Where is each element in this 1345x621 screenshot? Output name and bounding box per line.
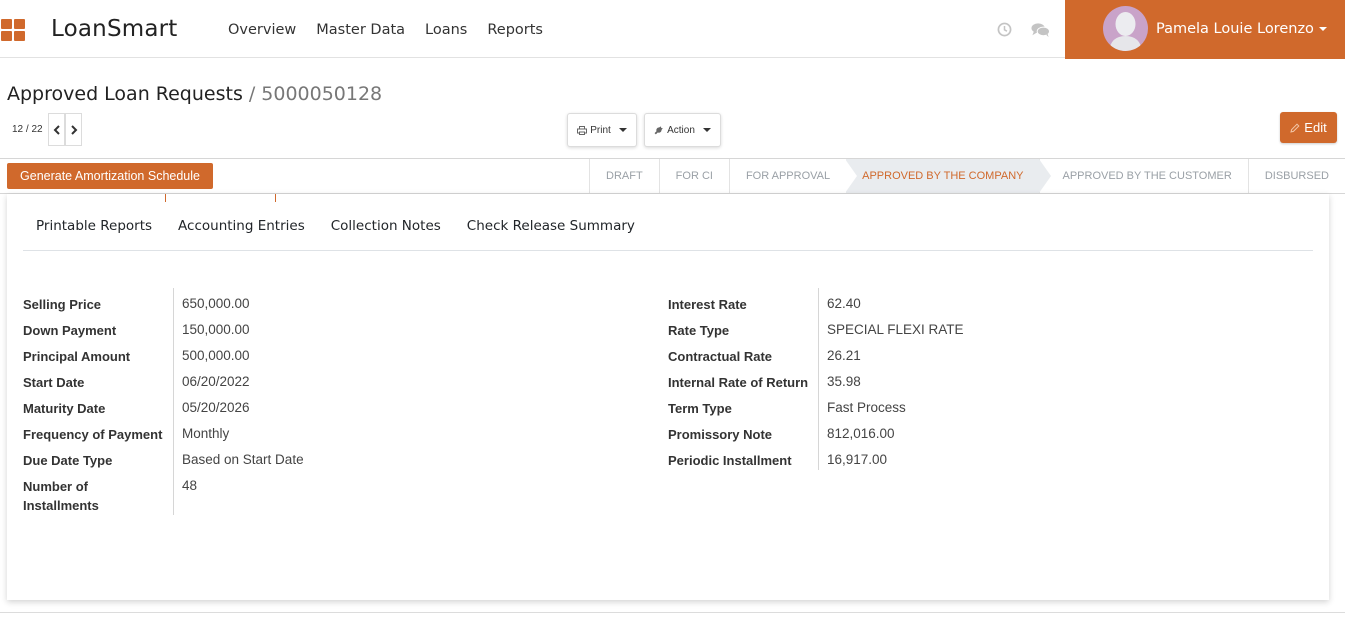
stage-draft[interactable]: DRAFT [589, 159, 659, 193]
field-row: Maturity Date 05/20/2026 [23, 392, 304, 418]
caret-down-icon [1318, 27, 1327, 31]
chevron-right-icon [71, 125, 78, 135]
edit-label: Edit [1304, 120, 1327, 135]
generate-amortization-schedule-button[interactable]: Generate Amortization Schedule [7, 163, 213, 189]
field-row: Internal Rate of Return 35.98 [668, 366, 964, 392]
field-value: 06/20/2022 [173, 366, 250, 392]
field-label: Due Date Type [23, 453, 113, 468]
field-value: 650,000.00 [173, 288, 250, 314]
field-row: Start Date 06/20/2022 [23, 366, 304, 392]
print-button[interactable]: Print [567, 113, 637, 147]
field-value: Based on Start Date [173, 444, 304, 470]
field-label: Promissory Note [668, 427, 773, 442]
field-label: Maturity Date [23, 401, 106, 416]
action-label: Action [667, 124, 695, 136]
pager-previous-button[interactable] [48, 113, 65, 146]
field-row: Term Type Fast Process [668, 392, 964, 418]
wrench-icon [654, 126, 663, 135]
field-label: Down Payment [23, 323, 117, 338]
user-menu[interactable]: Pamela Louie Lorenzo [1065, 0, 1345, 59]
stage-for-approval[interactable]: FOR APPROVAL [728, 159, 846, 193]
field-label: Number of Installments [23, 479, 99, 513]
footer-divider [0, 612, 1345, 613]
field-value: 26.21 [818, 340, 861, 366]
field-row: Contractual Rate 26.21 [668, 340, 964, 366]
field-row: Rate Type SPECIAL FLEXI RATE [668, 314, 964, 340]
field-row: Periodic Installment 16,917.00 [668, 444, 964, 470]
notebook-tabs: Printable Reports Accounting Entries Col… [23, 212, 1313, 251]
chat-icon[interactable] [1031, 22, 1050, 38]
field-label: Principal Amount [23, 349, 131, 364]
field-label: Interest Rate [668, 297, 747, 312]
field-value: 62.40 [818, 288, 861, 314]
field-label: Term Type [668, 401, 732, 416]
caret-down-icon [618, 128, 627, 132]
menu-item-reports[interactable]: Reports [487, 22, 543, 38]
field-value: Monthly [173, 418, 229, 444]
avatar [1103, 6, 1148, 51]
breadcrumb-current: 5000050128 [261, 83, 383, 105]
field-label: Rate Type [668, 323, 730, 338]
stage-disbursed[interactable]: DISBURSED [1247, 159, 1345, 193]
caret-down-icon [702, 128, 711, 132]
brand-name[interactable]: LoanSmart [51, 16, 178, 42]
tab-printable-reports[interactable]: Printable Reports [23, 212, 165, 250]
field-value: 812,016.00 [818, 418, 895, 444]
field-value: Fast Process [818, 392, 906, 418]
pager-next-button[interactable] [65, 113, 82, 146]
field-label: Contractual Rate [668, 349, 773, 364]
main-menu: Overview Master Data Loans Reports [228, 22, 563, 38]
user-name: Pamela Louie Lorenzo [1156, 21, 1314, 37]
field-row: Selling Price 650,000.00 [23, 288, 304, 314]
field-value: 35.98 [818, 366, 861, 392]
field-value: 48 [173, 470, 197, 515]
menu-item-overview[interactable]: Overview [228, 22, 296, 38]
apps-grid-icon[interactable] [1, 19, 25, 41]
edit-button[interactable]: Edit [1280, 112, 1337, 143]
field-value: 16,917.00 [818, 444, 887, 470]
tab-collection-notes[interactable]: Collection Notes [318, 212, 454, 250]
breadcrumb: Approved Loan Requests/5000050128 [7, 83, 382, 105]
field-value: 05/20/2026 [173, 392, 250, 418]
breadcrumb-root[interactable]: Approved Loan Requests [7, 83, 243, 105]
printer-icon [577, 125, 588, 135]
field-value: 150,000.00 [173, 314, 250, 340]
chevron-left-icon [53, 125, 60, 135]
stage-pipeline: DRAFT FOR CI FOR APPROVAL APPROVED BY TH… [589, 159, 1345, 193]
field-row: Principal Amount 500,000.00 [23, 340, 304, 366]
stage-for-ci[interactable]: FOR CI [658, 159, 729, 193]
print-label: Print [590, 124, 611, 136]
stage-approved-by-the-customer[interactable]: APPROVED BY THE CUSTOMER [1039, 159, 1247, 193]
breadcrumb-separator: / [248, 83, 256, 105]
top-navbar: LoanSmart Overview Master Data Loans Rep… [0, 0, 1345, 59]
pencil-icon [1290, 122, 1300, 133]
pager-value[interactable]: 12 / 22 [12, 124, 43, 135]
field-row: Down Payment 150,000.00 [23, 314, 304, 340]
tab-accounting-entries[interactable]: Accounting Entries [165, 212, 318, 250]
right-field-group: Interest Rate 62.40 Rate Type SPECIAL FL… [668, 288, 964, 470]
field-row: Promissory Note 812,016.00 [668, 418, 964, 444]
field-label: Frequency of Payment [23, 427, 163, 442]
tab-check-release-summary[interactable]: Check Release Summary [454, 212, 648, 250]
menu-item-master-data[interactable]: Master Data [316, 22, 405, 38]
field-label: Selling Price [23, 297, 102, 312]
action-button[interactable]: Action [644, 113, 721, 147]
field-value: 500,000.00 [173, 340, 250, 366]
clock-icon[interactable] [997, 22, 1012, 37]
field-row: Due Date Type Based on Start Date [23, 444, 304, 470]
field-row: Frequency of Payment Monthly [23, 418, 304, 444]
stage-approved-by-the-company[interactable]: APPROVED BY THE COMPANY [845, 159, 1052, 193]
field-row: Interest Rate 62.40 [668, 288, 964, 314]
left-field-group: Selling Price 650,000.00 Down Payment 15… [23, 288, 304, 515]
field-label: Internal Rate of Return [668, 375, 809, 390]
tab-indicator-marks [165, 194, 276, 202]
menu-item-loans[interactable]: Loans [425, 22, 467, 38]
form-sheet: Printable Reports Accounting Entries Col… [7, 194, 1329, 600]
field-label: Periodic Installment [668, 453, 792, 468]
field-row: Number of Installments 48 [23, 470, 304, 515]
field-value: SPECIAL FLEXI RATE [818, 314, 964, 340]
field-label: Start Date [23, 375, 85, 390]
